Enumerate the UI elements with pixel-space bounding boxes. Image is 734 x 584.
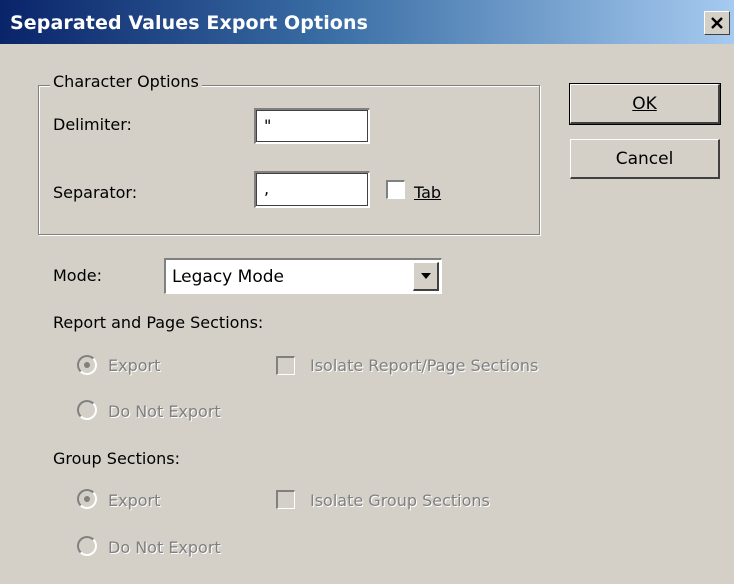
separator-input[interactable]: , bbox=[254, 171, 370, 208]
report-page-sections-heading: Report and Page Sections: bbox=[53, 313, 264, 332]
close-button[interactable] bbox=[704, 11, 730, 35]
radio-selected-dot bbox=[84, 362, 90, 368]
radio-selected-dot bbox=[84, 496, 90, 502]
title-bar[interactable]: Separated Values Export Options bbox=[0, 0, 734, 44]
isolate-group-checkbox[interactable] bbox=[276, 490, 295, 509]
dropdown-arrow-icon bbox=[420, 273, 431, 279]
delimiter-input[interactable]: " bbox=[254, 108, 370, 144]
export-options-dialog: Separated Values Export Options Characte… bbox=[0, 0, 734, 584]
report-export-label: Export bbox=[108, 356, 161, 375]
separator-label: Separator: bbox=[53, 183, 138, 202]
report-do-not-export-label: Do Not Export bbox=[108, 402, 221, 421]
isolate-group-label: Isolate Group Sections bbox=[310, 491, 490, 510]
group-do-not-export-radio[interactable] bbox=[77, 536, 97, 556]
tab-label[interactable]: Tab bbox=[414, 183, 441, 202]
report-export-radio[interactable] bbox=[77, 355, 97, 375]
group-do-not-export-label: Do Not Export bbox=[108, 538, 221, 557]
ok-button[interactable]: OK bbox=[569, 83, 721, 125]
mode-select[interactable]: Legacy Mode bbox=[164, 258, 442, 294]
mode-label: Mode: bbox=[53, 266, 102, 285]
cancel-button[interactable]: Cancel bbox=[570, 139, 720, 179]
group-export-label: Export bbox=[108, 491, 161, 510]
mode-dropdown-button[interactable] bbox=[413, 262, 439, 291]
group-sections-heading: Group Sections: bbox=[53, 449, 180, 468]
mode-select-value: Legacy Mode bbox=[172, 267, 284, 287]
dialog-title: Separated Values Export Options bbox=[10, 12, 368, 34]
isolate-report-page-label: Isolate Report/Page Sections bbox=[310, 356, 539, 375]
character-options-legend: Character Options bbox=[50, 72, 202, 91]
group-export-radio[interactable] bbox=[77, 489, 97, 509]
isolate-report-page-checkbox[interactable] bbox=[276, 356, 295, 375]
close-icon bbox=[711, 17, 723, 29]
tab-checkbox[interactable] bbox=[386, 180, 405, 199]
cancel-button-label: Cancel bbox=[615, 148, 674, 169]
ok-button-label: OK bbox=[632, 93, 657, 114]
delimiter-label: Delimiter: bbox=[53, 115, 132, 134]
report-do-not-export-radio[interactable] bbox=[77, 400, 97, 420]
